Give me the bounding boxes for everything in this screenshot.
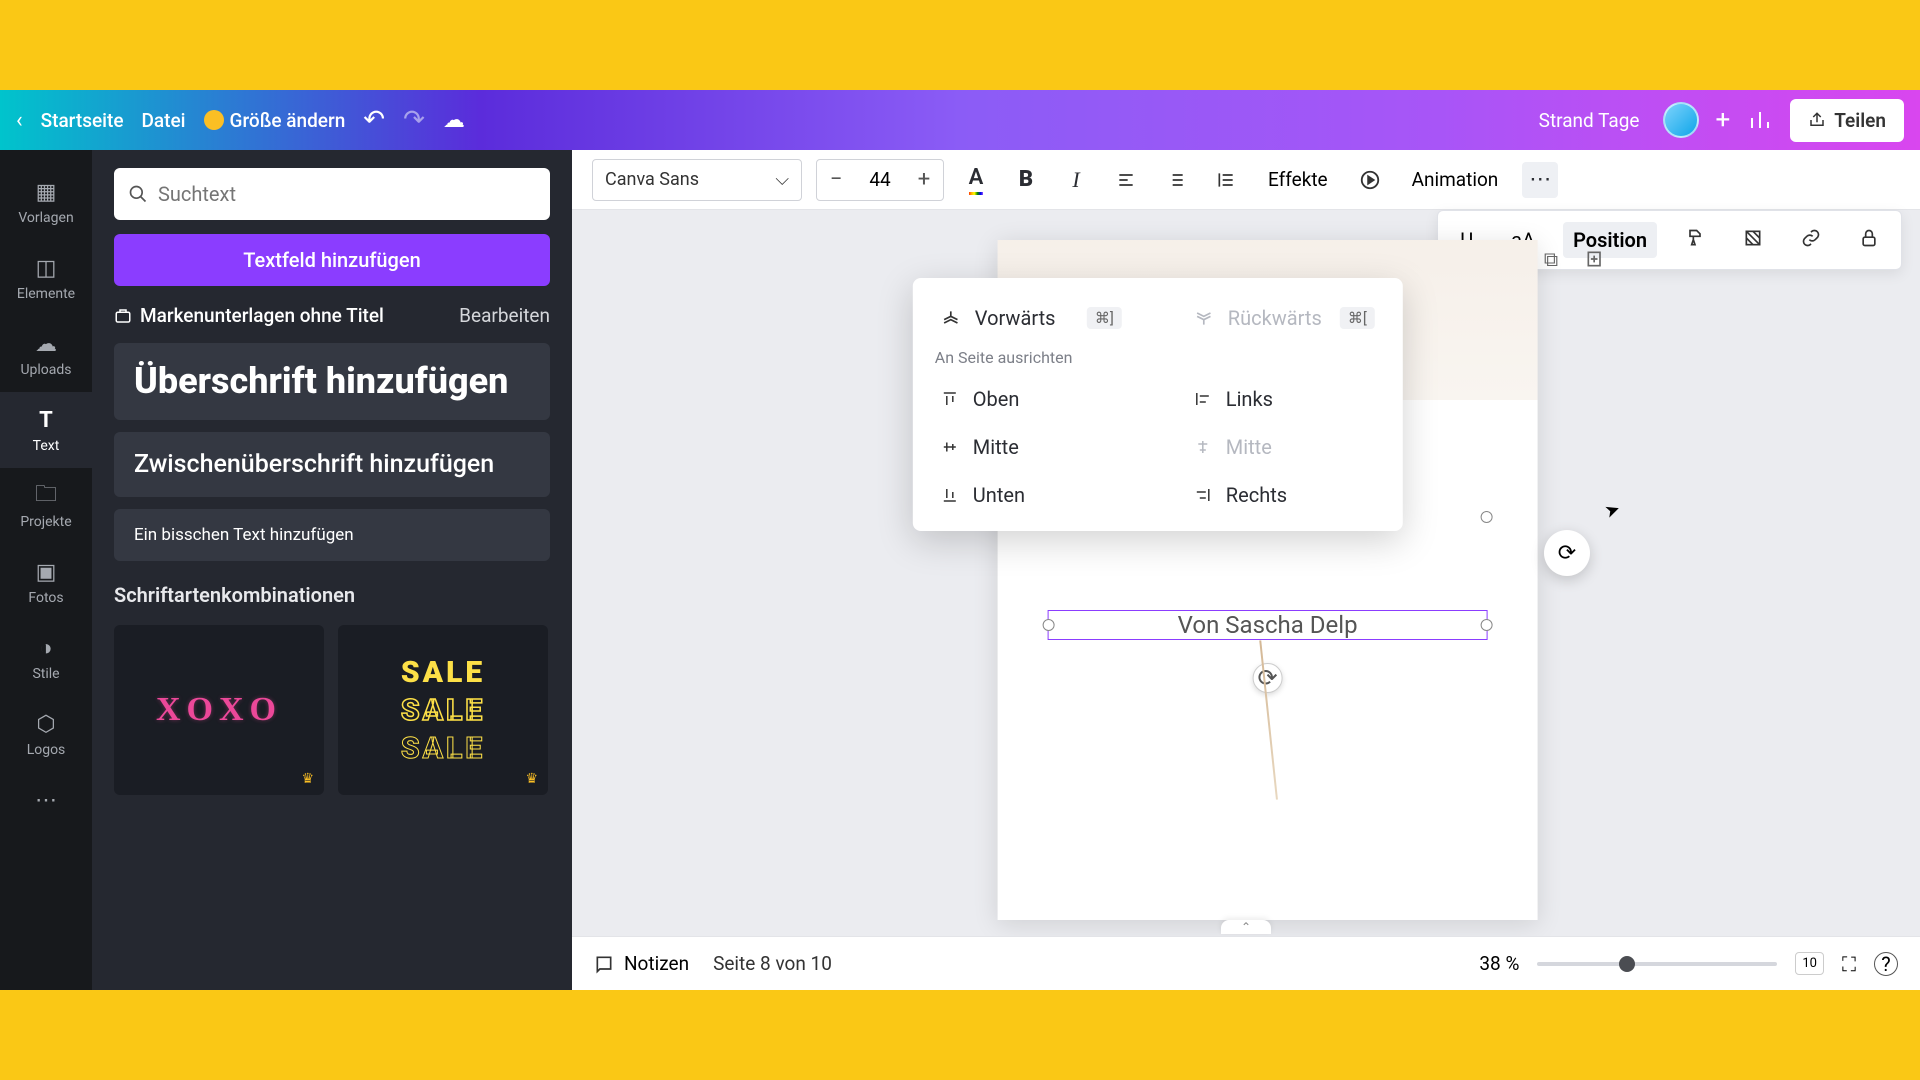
font-size-value[interactable]: 44 xyxy=(855,168,905,191)
undo-icon[interactable]: ↶ xyxy=(363,105,385,135)
combo-card-xoxo[interactable]: XOXO ♛ xyxy=(114,625,324,795)
font-combos-label: Schriftartenkombinationen xyxy=(114,583,550,607)
premium-crown-icon: ♛ xyxy=(301,771,314,787)
animation-button[interactable]: Animation xyxy=(1402,162,1509,197)
zoom-value[interactable]: 38 % xyxy=(1479,952,1519,975)
list-button[interactable] xyxy=(1158,162,1194,198)
style-copy-icon[interactable] xyxy=(1675,222,1715,259)
fullscreen-icon[interactable]: ⛶ xyxy=(1842,952,1856,976)
selected-text-element[interactable]: Von Sascha Delp ⟳ xyxy=(1048,610,1488,640)
grid-view-button[interactable]: 10 xyxy=(1795,952,1824,975)
font-size-decrease[interactable]: − xyxy=(817,160,855,200)
page-tools: ⧉ xyxy=(1536,244,1610,274)
align-middle-v-button[interactable]: Mitte xyxy=(935,427,1128,467)
align-button[interactable] xyxy=(1108,162,1144,198)
chevron-down-icon: ⌵ xyxy=(775,169,789,190)
canvas-area: Canva Sans ⌵ − 44 + A B I xyxy=(572,150,1920,990)
layer-backward-button: Rückwärts ⌘[ xyxy=(1188,298,1381,338)
help-icon[interactable]: ? xyxy=(1874,952,1898,976)
nav-elements[interactable]: ◫Elemente xyxy=(0,240,92,316)
nav-rail: ▦Vorlagen ◫Elemente ☁Uploads TText 🗀Proj… xyxy=(0,150,92,990)
more-button[interactable]: ⋯ xyxy=(1522,162,1558,198)
combo-card-sale[interactable]: SALE SALE SALE ♛ xyxy=(338,625,548,795)
transparency-icon[interactable] xyxy=(1733,222,1773,259)
align-middle-h-button: Mitte xyxy=(1188,427,1381,467)
shortcut-label: ⌘] xyxy=(1087,307,1122,329)
zoom-slider[interactable] xyxy=(1537,962,1777,966)
font-size-increase[interactable]: + xyxy=(905,160,943,200)
resize-label: Größe ändern xyxy=(230,109,346,132)
nav-text[interactable]: TText xyxy=(0,392,92,468)
align-left-button[interactable]: Links xyxy=(1188,379,1381,419)
layer-forward-button[interactable]: Vorwärts ⌘] xyxy=(935,298,1128,338)
font-size-group: − 44 + xyxy=(816,159,944,201)
back-icon[interactable]: ‹ xyxy=(16,108,23,133)
align-section-label: An Seite ausrichten xyxy=(935,348,1381,367)
resize-handle-left[interactable] xyxy=(1043,619,1055,631)
nav-projects[interactable]: 🗀Projekte xyxy=(0,468,92,544)
briefcase-icon xyxy=(114,307,132,325)
refresh-fab[interactable]: ⟳ xyxy=(1544,530,1590,576)
analytics-icon[interactable] xyxy=(1746,106,1774,134)
search-icon xyxy=(128,184,148,204)
add-subheading-card[interactable]: Zwischenüberschrift hinzufügen xyxy=(114,432,550,497)
share-label: Teilen xyxy=(1834,109,1886,132)
add-collaborator-icon[interactable]: + xyxy=(1715,105,1730,135)
page-indicator[interactable]: Seite 8 von 10 xyxy=(713,952,832,975)
bold-button[interactable]: B xyxy=(1008,162,1044,198)
brand-docs-link[interactable]: Markenunterlagen ohne Titel xyxy=(114,304,384,327)
avatar[interactable] xyxy=(1663,102,1699,138)
premium-crown-icon: ♛ xyxy=(525,771,538,787)
zoom-thumb[interactable] xyxy=(1619,956,1635,972)
add-textbox-button[interactable]: Textfeld hinzufügen xyxy=(114,234,550,286)
side-panel: Textfeld hinzufügen Markenunterlagen ohn… xyxy=(92,150,572,990)
align-top-button[interactable]: Oben xyxy=(935,379,1128,419)
align-bottom-button[interactable]: Unten xyxy=(935,475,1128,515)
notes-button[interactable]: Notizen xyxy=(594,952,689,975)
position-popup: Vorwärts ⌘] Rückwärts ⌘[ An Seite ausric… xyxy=(913,278,1403,531)
animation-icon[interactable] xyxy=(1352,162,1388,198)
file-menu[interactable]: Datei xyxy=(142,109,186,132)
nav-styles[interactable]: ◑Stile xyxy=(0,620,92,696)
italic-button[interactable]: I xyxy=(1058,162,1094,198)
search-input[interactable] xyxy=(158,182,536,206)
add-heading-card[interactable]: Überschrift hinzufügen xyxy=(114,343,550,420)
text-color-button[interactable]: A xyxy=(958,162,994,198)
align-right-button[interactable]: Rechts xyxy=(1188,475,1381,515)
expand-pages-button[interactable]: ⌃ xyxy=(1221,920,1271,934)
spacing-button[interactable] xyxy=(1208,162,1244,198)
nav-templates[interactable]: ▦Vorlagen xyxy=(0,164,92,240)
document-title[interactable]: Strand Tage xyxy=(1539,109,1640,132)
top-toolbar: ‹ Startseite Datei Größe ändern ↶ ↷ ☁ St… xyxy=(0,90,1920,150)
nav-logos[interactable]: ⬡Logos xyxy=(0,696,92,772)
rotate-handle[interactable]: ⟳ xyxy=(1253,663,1283,693)
search-input-wrap[interactable] xyxy=(114,168,550,220)
cursor-icon: ➤ xyxy=(1602,498,1623,523)
edit-brand-link[interactable]: Bearbeiten xyxy=(459,304,550,327)
shortcut-label: ⌘[ xyxy=(1340,307,1375,329)
nav-more[interactable]: ⋯ xyxy=(0,772,92,828)
add-page-icon[interactable] xyxy=(1580,244,1610,274)
effects-button[interactable]: Effekte xyxy=(1258,162,1338,197)
cloud-sync-icon[interactable]: ☁ xyxy=(443,108,465,133)
bottom-bar: Notizen Seite 8 von 10 38 % 10 ⛶ ? xyxy=(572,936,1920,990)
text-toolbar: Canva Sans ⌵ − 44 + A B I xyxy=(572,150,1920,210)
resize-handle-right[interactable] xyxy=(1481,619,1493,631)
lock-icon[interactable] xyxy=(1849,222,1889,259)
font-family-select[interactable]: Canva Sans ⌵ xyxy=(592,159,802,201)
add-body-card[interactable]: Ein bisschen Text hinzufügen xyxy=(114,509,550,561)
resize-handle-top-right[interactable] xyxy=(1481,511,1493,523)
redo-icon[interactable]: ↷ xyxy=(403,105,425,135)
duplicate-page-icon[interactable]: ⧉ xyxy=(1536,244,1566,274)
link-icon[interactable] xyxy=(1791,222,1831,259)
nav-photos[interactable]: ▣Fotos xyxy=(0,544,92,620)
share-button[interactable]: Teilen xyxy=(1790,99,1904,142)
resize-button[interactable]: Größe ändern xyxy=(204,109,346,132)
nav-uploads[interactable]: ☁Uploads xyxy=(0,316,92,392)
home-link[interactable]: Startseite xyxy=(41,109,124,132)
